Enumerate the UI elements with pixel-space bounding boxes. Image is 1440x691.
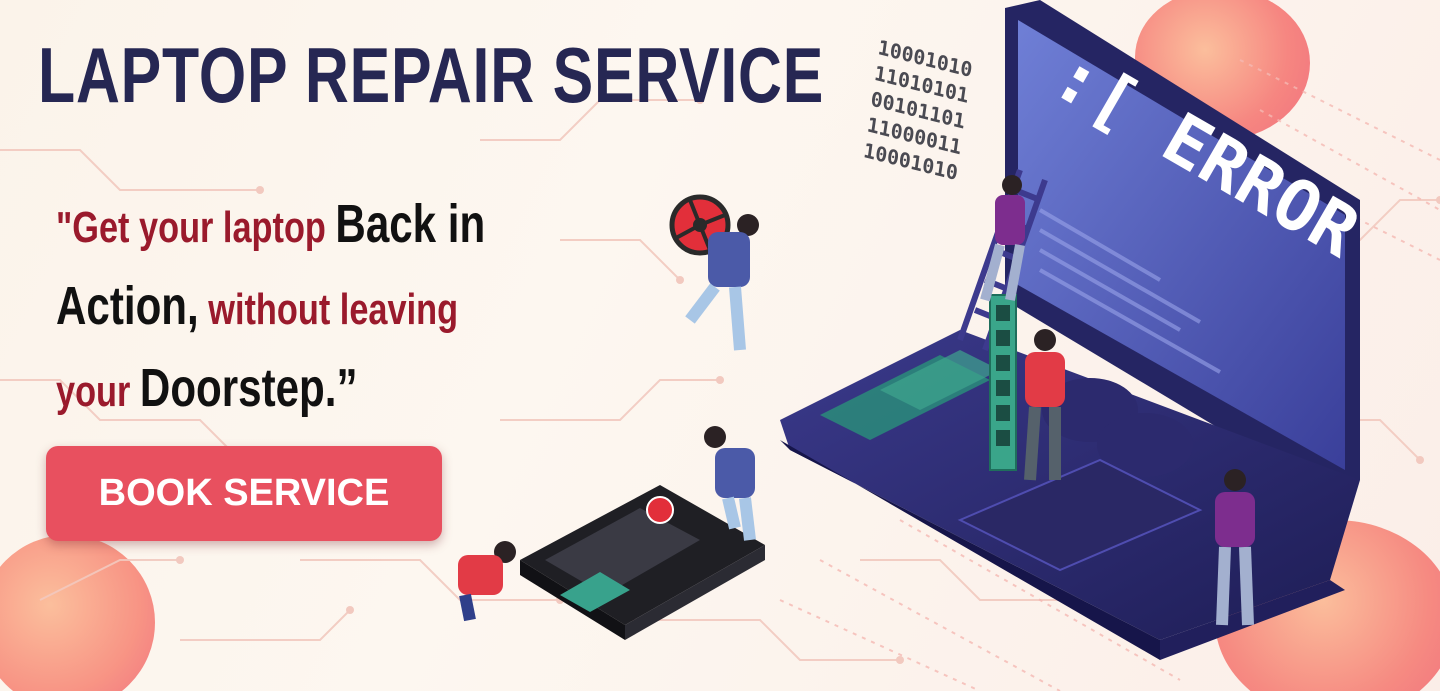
technician-illustration [458,541,516,622]
repair-banner: LAPTOP REPAIR SERVICE "Get your laptop B… [0,0,1440,691]
laptop-illustration: :[ ERROR [780,0,1373,660]
ram-module-icon [989,294,1017,471]
illustration-layer: :[ ERROR [458,0,1373,660]
